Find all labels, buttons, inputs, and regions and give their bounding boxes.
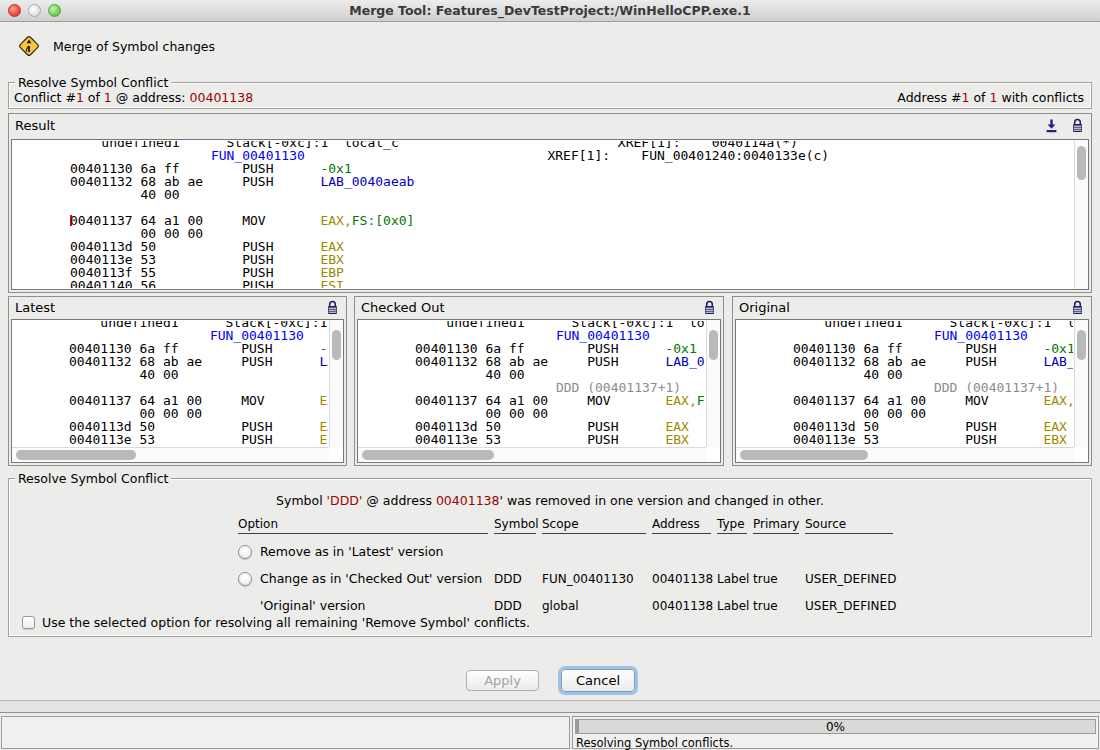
listing-line: 40 00 [69, 368, 328, 381]
option-cell: 00401138 [652, 599, 717, 613]
column-header: Symbol [494, 517, 536, 534]
phase-header: Merge of Symbol changes [17, 34, 215, 58]
option-label: Change as in 'Checked Out' version [260, 571, 482, 586]
original-vertical-scrollbar[interactable] [1074, 320, 1088, 447]
status-panel-left [1, 716, 570, 749]
result-panel-header: Result [9, 114, 1091, 138]
resolve-groupbox-title: Resolve Symbol Conflict [15, 471, 171, 486]
original-panel-title: Original [739, 300, 790, 315]
titlebar: Merge Tool: Features_DevTestProject:/Win… [0, 0, 1100, 22]
cancel-button[interactable]: Cancel [561, 669, 635, 692]
conflict-groupbox: Resolve Symbol Conflict Conflict #1 of 1… [8, 82, 1092, 109]
option-cell: USER_DEFINED [805, 599, 899, 613]
option-label: Remove as in 'Latest' version [260, 544, 443, 559]
conflict-counter: Conflict #1 of 1 @ address: 00401138 [14, 90, 253, 105]
listing-line: 00401137 64 a1 00 MOV EAX,FS:[0x0] [70, 214, 1073, 227]
latest-panel-header: Latest [9, 297, 346, 319]
address-counter: Address #1 of 1 with conflicts [897, 90, 1084, 105]
result-disassembly-listing[interactable]: undefined1 Stack[-0xc]:1 local_c XREF[1]… [13, 141, 1073, 288]
option-radio[interactable] [238, 572, 252, 586]
listing-line: 00401140 56 PUSH ESI [70, 279, 1073, 288]
progress-percent: 0% [826, 720, 845, 734]
result-panel-title: Result [15, 118, 55, 133]
column-header: Address [652, 517, 711, 534]
latest-panel: Latest undefined1 Stack[-0xc]:1 local_c … [8, 296, 347, 466]
lock-icon[interactable] [1071, 300, 1084, 315]
checked-out-vertical-scrollbar[interactable] [706, 320, 720, 447]
column-header: Type [717, 517, 747, 534]
conflict-message: Symbol 'DDD' @ address 00401138' was rem… [9, 493, 1091, 508]
lock-icon[interactable] [703, 300, 716, 315]
window-title: Merge Tool: Features_DevTestProject:/Win… [0, 0, 1100, 21]
option-row: Remove as in 'Latest' version [238, 538, 899, 565]
option-cell: DDD [494, 599, 542, 613]
option-cell: true [753, 572, 805, 586]
latest-horizontal-scrollbar[interactable] [12, 447, 329, 462]
listing-line: 00401132 68 ab ae PUSH LAB_0040aeab [70, 175, 1073, 188]
original-panel-header: Original [733, 297, 1091, 319]
checked-out-horizontal-scrollbar[interactable] [358, 447, 706, 462]
column-header: Source [805, 517, 893, 534]
option-cell: Label [717, 572, 753, 586]
option-label: 'Original' version [260, 598, 366, 613]
close-button[interactable] [8, 4, 21, 17]
latest-disassembly-listing[interactable]: undefined1 Stack[-0xc]:1 local_c XREF[1]… [13, 321, 328, 447]
lock-icon[interactable] [326, 300, 339, 315]
download-icon[interactable] [1044, 118, 1059, 133]
zoom-button[interactable] [48, 4, 61, 17]
resolve-groupbox: Resolve Symbol Conflict Symbol 'DDD' @ a… [8, 478, 1092, 637]
checked-out-panel-title: Checked Out [361, 300, 444, 315]
option-row: Change as in 'Checked Out' version DDDFUN… [238, 565, 899, 592]
status-panel-right: 0% Resolving Symbol conflicts. [572, 716, 1099, 749]
option-cell: DDD [494, 572, 542, 586]
checked-out-disassembly-listing[interactable]: undefined1 Stack[-0xc]:1 local_c XREF[1]… [359, 321, 705, 447]
option-radio[interactable] [238, 545, 252, 559]
status-divider [0, 700, 1100, 713]
phase-title: Merge of Symbol changes [53, 39, 215, 54]
column-header: Scope [542, 517, 646, 534]
option-cell: FUN_00401130 [542, 572, 652, 586]
latest-panel-title: Latest [15, 300, 55, 315]
use-for-all-checkbox[interactable] [22, 616, 35, 629]
latest-vertical-scrollbar[interactable] [329, 320, 343, 447]
option-cell: Label [717, 599, 753, 613]
option-cell: USER_DEFINED [805, 572, 899, 586]
original-disassembly-listing[interactable]: undefined1 Stack[-0xc]:1 local_c XREF[1]… [737, 321, 1073, 447]
apply-button[interactable]: Apply [466, 670, 539, 691]
conflict-groupbox-title: Resolve Symbol Conflict [15, 75, 171, 90]
lock-icon[interactable] [1071, 118, 1084, 133]
status-message: Resolving Symbol conflicts. [576, 736, 733, 750]
original-horizontal-scrollbar[interactable] [736, 447, 1074, 462]
column-header: Primary [753, 517, 799, 534]
use-for-all-label: Use the selected option for resolving al… [42, 615, 530, 630]
result-vertical-scrollbar[interactable] [1074, 140, 1088, 289]
original-panel: Original undefined1 Stack[-0xc]:1 local_… [732, 296, 1092, 466]
result-panel: Result undefined1 Stack[-0xc]:1 local_c … [8, 113, 1092, 293]
table-header-row: Option Symbol Scope Address Type Primary Sourc… [238, 517, 899, 534]
column-header: Option [238, 517, 488, 534]
checked-out-panel-header: Checked Out [355, 297, 723, 319]
progress-fill [576, 720, 579, 733]
listing-line: 40 00 [70, 188, 1073, 201]
checked-out-panel: Checked Out undefined1 Stack[-0xc]:1 loc… [354, 296, 724, 466]
merge-sign-icon [17, 34, 41, 58]
option-cell: global [542, 599, 652, 613]
conflict-option-table: Option Symbol Scope Address Type Primary Sourc… [238, 517, 899, 619]
minimize-button[interactable] [28, 4, 41, 17]
use-for-all-row: Use the selected option for resolving al… [22, 615, 530, 630]
option-cell: true [753, 599, 805, 613]
progress-bar: 0% [575, 719, 1096, 734]
option-cell: 00401138 [652, 572, 717, 586]
